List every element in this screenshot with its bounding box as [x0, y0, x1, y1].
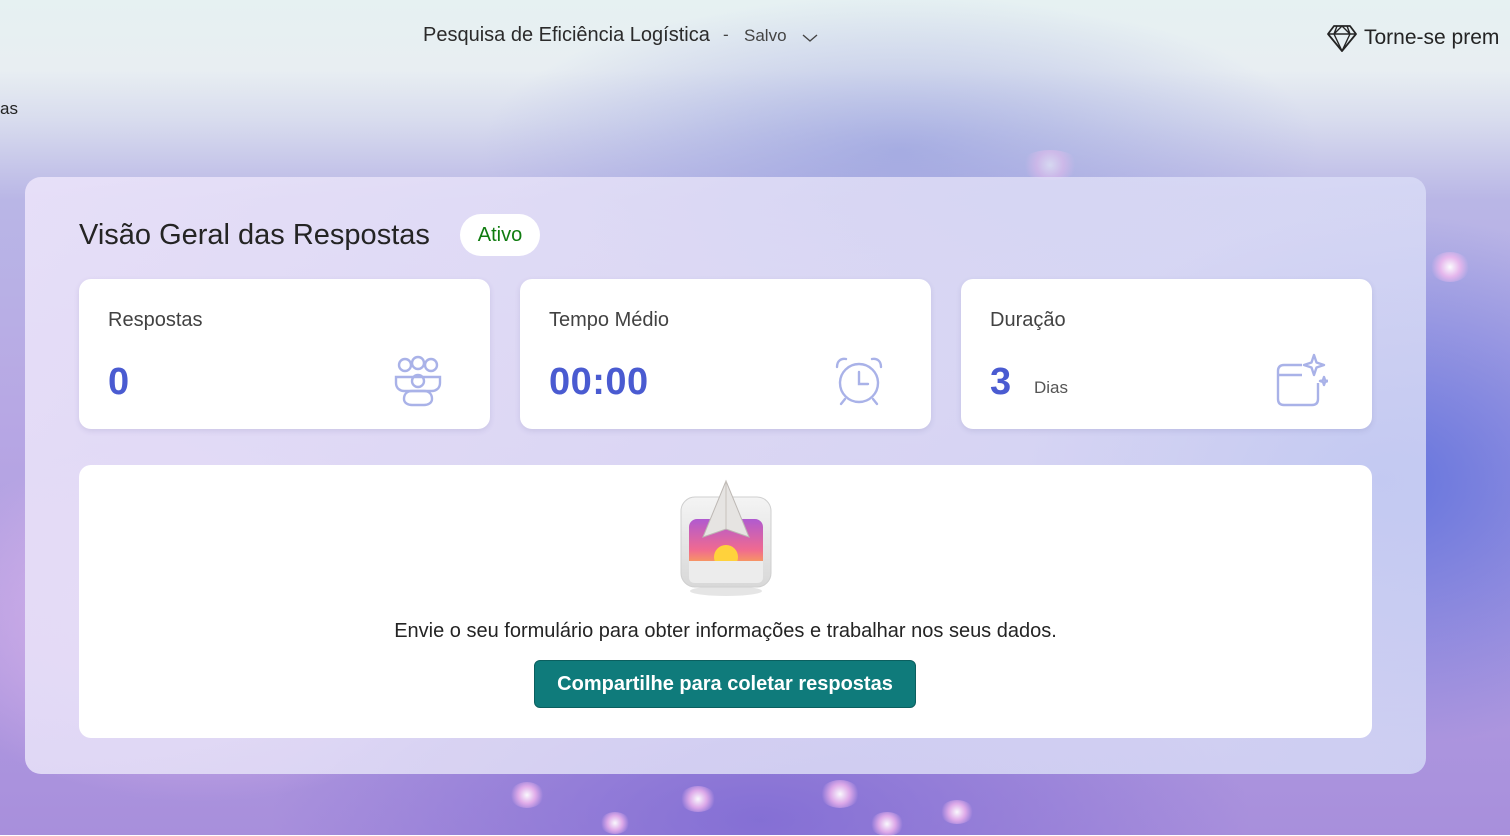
card-label: Respostas — [108, 309, 203, 332]
card-unit: Dias — [1034, 378, 1068, 398]
background-light — [1430, 252, 1470, 282]
background-light — [1020, 150, 1080, 180]
card-label: Tempo Médio — [549, 309, 669, 332]
form-title[interactable]: Pesquisa de Eficiência Logística — [423, 24, 710, 47]
card-value: 00:00 — [549, 361, 649, 404]
background-light — [600, 812, 630, 834]
people-icon — [390, 353, 446, 409]
alarm-clock-icon — [831, 353, 887, 409]
save-status: Salvo — [744, 26, 787, 46]
card-label: Duração — [990, 309, 1066, 332]
card-value: 0 — [108, 361, 130, 404]
empty-state-message: Envie o seu formulário para obter inform… — [79, 620, 1372, 643]
card-value: 3 — [990, 361, 1012, 404]
background-light — [870, 812, 904, 836]
send-form-illustration — [671, 479, 781, 599]
calendar-sparkle-icon — [1272, 353, 1328, 409]
background-light — [510, 782, 544, 808]
empty-state-panel: Envie o seu formulário para obter inform… — [79, 465, 1372, 738]
duration-card: Duração 3 Dias — [961, 279, 1372, 429]
background-light — [680, 786, 716, 812]
chevron-down-icon[interactable] — [800, 28, 820, 48]
side-nav-text[interactable]: as — [0, 99, 18, 119]
top-bar: Pesquisa de Eficiência Logística - Salvo… — [0, 0, 1510, 74]
background-light — [820, 780, 860, 808]
premium-button[interactable]: Torne-se prem — [1326, 22, 1499, 54]
title-separator: - — [723, 25, 729, 45]
premium-label: Torne-se prem — [1364, 26, 1499, 50]
status-badge: Ativo — [460, 214, 540, 256]
average-time-card: Tempo Médio 00:00 — [520, 279, 931, 429]
page-title: Visão Geral das Respostas — [79, 219, 430, 252]
diamond-icon — [1326, 23, 1358, 53]
responses-card: Respostas 0 — [79, 279, 490, 429]
background-light — [940, 800, 974, 824]
share-to-collect-button[interactable]: Compartilhe para coletar respostas — [534, 660, 916, 708]
